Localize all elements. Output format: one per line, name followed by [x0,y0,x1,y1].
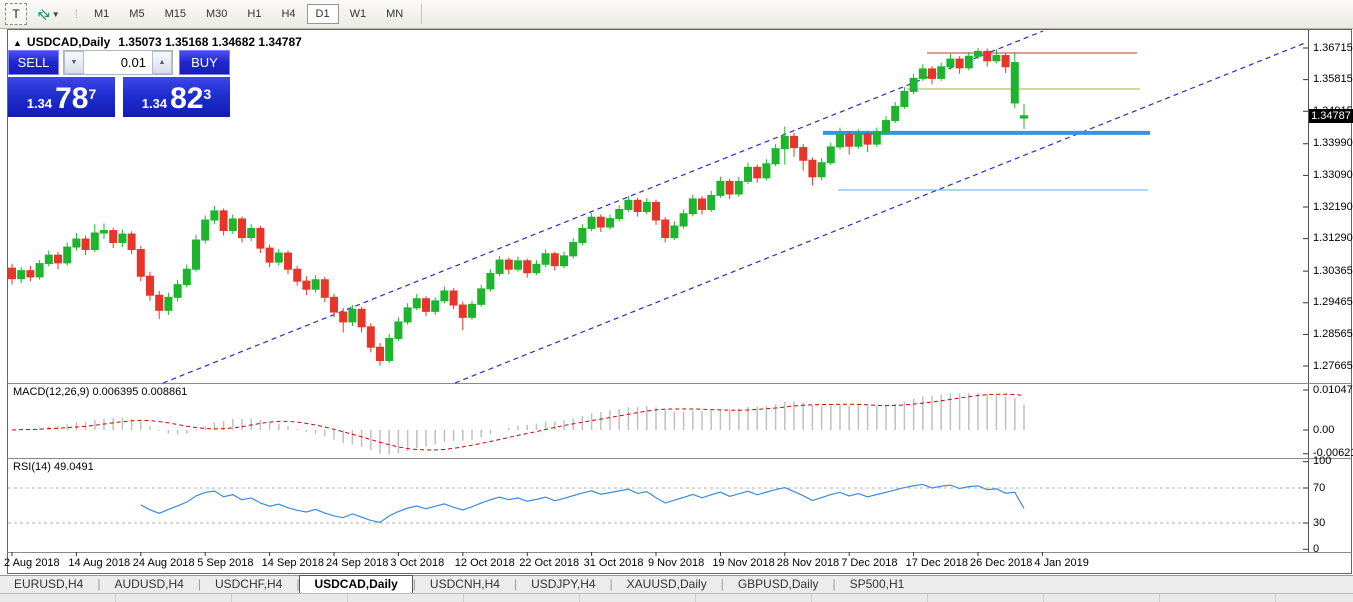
rsi-name: RSI(14) [13,461,51,473]
price-axis-label: 1.33090 [1313,168,1353,181]
macd-name: MACD(12,26,9) [13,386,90,398]
collapse-icon[interactable]: ▲ [13,38,22,48]
price-axis-label: 1.33990 [1313,137,1353,150]
rsi-axis-label: 0 [1313,542,1320,555]
date-axis-label: 24 Sep 2018 [326,557,389,569]
price-axis-label: 1.35815 [1313,73,1353,86]
volume-increase-button[interactable]: ▲ [152,51,172,74]
sell-price-button[interactable]: 1.34 78 7 [8,77,115,117]
tab-usdcad-daily[interactable]: USDCAD,Daily [299,575,413,593]
date-axis-label: 5 Sep 2018 [197,557,254,569]
current-price-tag: 1.34787 [1309,109,1353,123]
price-axis-label: 1.31290 [1313,232,1353,245]
sell-button-label: SELL [17,55,50,70]
volume-decrease-button[interactable]: ▼ [64,51,84,74]
rsi-axis-label: 70 [1313,481,1326,494]
date-axis-label: 9 Nov 2018 [648,557,705,569]
chart-title-row: ▲ USDCAD,Daily 1.35073 1.35168 1.34682 1.3… [13,35,302,49]
sell-price-main: 78 [55,82,89,115]
tab-usdchf-h4[interactable]: USDCHF,H4 [201,576,296,593]
chart-symbol: USDCAD,Daily [26,35,111,49]
price-axis-label: 1.30365 [1313,264,1353,277]
buy-price-pipette: 3 [203,86,212,102]
macd-axis-label: 0.010474 [1313,383,1353,396]
trend-channel[interactable] [162,30,1307,384]
arrow-up-icon: ▲ [158,59,166,66]
date-axis-label: 2 Aug 2018 [4,557,60,569]
rsi-axis-label: 30 [1313,516,1326,529]
date-axis-label: 28 Nov 2018 [776,557,840,569]
price-axis-label: 1.29465 [1313,296,1353,309]
trading-app-window: T ⇄ ▼ ⁞ M1 M5 M15 M30 H1 H4 D1 W1 MN ▲ USDCAD,Dai… [0,0,1353,602]
rsi-indicator-label: RSI(14) 49.0491 [13,461,94,473]
tab-eurusd-h4[interactable]: EURUSD,H4 [0,576,97,593]
sell-price-pipette: 7 [88,86,97,102]
rsi-value: 49.0491 [53,461,94,473]
sell-button[interactable]: SELL [8,50,59,75]
volume-input[interactable] [84,51,152,74]
support-resistance-lines[interactable] [823,52,1150,191]
arrow-down-icon: ▼ [70,59,78,66]
tab-audusd-h4[interactable]: AUDUSD,H4 [100,576,197,593]
buy-button-label: BUY [191,55,218,70]
macd-values: 0.006395 0.008861 [92,386,188,398]
date-axis-label: 14 Sep 2018 [261,557,324,569]
tab-usdjpy-h4[interactable]: USDJPY,H4 [517,576,609,593]
rsi-panel [8,483,1306,524]
ohlc-values: 1.35073 1.35168 1.34682 1.34787 [118,35,302,49]
date-axis-label: 22 Oct 2018 [519,557,580,569]
date-axis-label: 19 Nov 2018 [712,557,775,569]
date-axis-label: 17 Dec 2018 [905,557,968,569]
date-axis-label: 4 Jan 2019 [1034,557,1089,569]
volume-stepper: ▼ ▲ [63,50,173,75]
buy-button[interactable]: BUY [179,50,230,75]
date-axis-label: 12 Oct 2018 [454,557,515,569]
rsi-axis-label: 100 [1313,455,1332,468]
date-axis-label: 7 Dec 2018 [841,557,898,569]
macd-panel [11,392,1025,455]
one-click-trade-panel: SELL ▼ ▲ BUY 1.34787 1.34823 [8,50,230,117]
date-axis-label: 3 Oct 2018 [390,557,445,569]
axis-ticks [11,47,1308,556]
date-axis-label: 31 Oct 2018 [583,557,644,569]
tab-scrollbar[interactable] [0,593,1353,602]
sell-price-prefix: 1.34 [26,96,53,111]
tab-gbpusd-daily[interactable]: GBPUSD,Daily [724,576,833,593]
price-axis-label: 1.36715 [1313,41,1353,54]
price-axis-label: 1.28565 [1313,327,1353,340]
macd-indicator-label: MACD(12,26,9) 0.006395 0.008861 [13,386,187,398]
price-axis-label: 1.32190 [1313,200,1353,213]
macd-axis-label: 0.00 [1313,423,1335,436]
tab-sp500-h1[interactable]: SP500,H1 [836,576,919,593]
tab-xauusd-daily[interactable]: XAUUSD,Daily [613,576,721,593]
date-axis-label: 24 Aug 2018 [132,557,195,569]
price-axis-label: 1.27665 [1313,359,1353,372]
chart-tab-bar: EURUSD,H4 | AUDUSD,H4 | USDCHF,H4 | USDCAD,Dai… [0,575,1353,593]
buy-price-prefix: 1.34 [141,96,168,111]
tab-usdcnh-h4[interactable]: USDCNH,H4 [416,576,514,593]
date-axis-label: 26 Dec 2018 [970,557,1033,569]
buy-price-button[interactable]: 1.34 82 3 [123,77,230,117]
buy-price-main: 82 [170,82,204,115]
date-axis-label: 14 Aug 2018 [68,557,131,569]
